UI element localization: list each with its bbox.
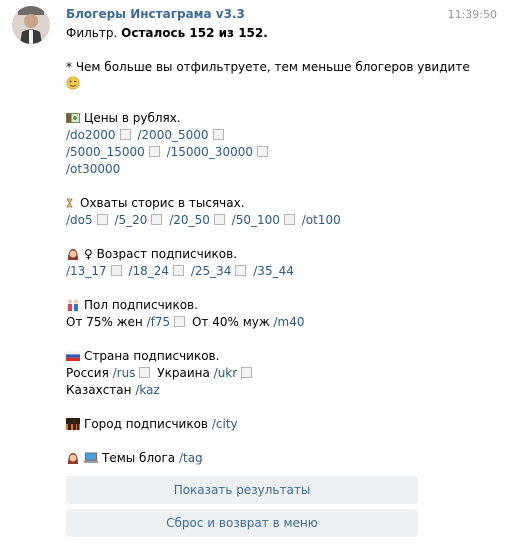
country-rus-cmd[interactable]: /rus [113, 366, 136, 380]
city-label: Город подписчиков [84, 417, 209, 431]
checkbox[interactable] [256, 146, 268, 157]
woman-icon [68, 249, 78, 260]
city-icon [66, 418, 80, 430]
reach-do5-cmd[interactable]: /do5 [66, 213, 93, 227]
checkbox[interactable] [96, 214, 108, 225]
show-results-button[interactable]: Показать результаты [66, 476, 418, 504]
gender-m40-cmd[interactable]: /m40 [274, 315, 305, 329]
woman-icon [68, 453, 78, 464]
wink-emoji-icon [66, 76, 80, 90]
age-title: ♀ Возраст подписчиков. [84, 247, 238, 261]
money-icon [66, 113, 80, 123]
price-15000-30000-cmd[interactable]: /15000_30000 [167, 145, 253, 159]
checkbox[interactable] [212, 129, 224, 140]
checkbox[interactable] [148, 146, 160, 157]
age-25-34-cmd[interactable]: /25_34 [191, 264, 232, 278]
reach-title: Охваты сторис в тысячах. [80, 196, 245, 210]
topics-label: Темы блога [102, 451, 176, 465]
filter-prefix: Фильтр. [66, 26, 118, 40]
laptop-icon [84, 452, 98, 463]
ukraine-label: Украина [157, 366, 210, 380]
checkbox[interactable] [110, 265, 122, 276]
reset-menu-button[interactable]: Сброс и возврат в меню [66, 509, 418, 537]
reach-5-20-cmd[interactable]: /5_20 [114, 213, 147, 227]
gender-f75-cmd[interactable]: /f75 [147, 315, 171, 329]
bot-avatar[interactable] [12, 6, 50, 44]
kazakhstan-label: Казахстан [66, 383, 132, 397]
gender-title: Пол подписчиков. [84, 298, 198, 312]
couple-icon [68, 299, 78, 311]
note-line: * Чем больше вы отфильтруете, тем меньше… [66, 60, 470, 74]
checkbox[interactable] [241, 367, 253, 378]
checkbox[interactable] [151, 214, 163, 225]
message-body: Фильтр. Осталось 152 из 152. * Чем больш… [66, 25, 470, 467]
price-2000-5000-cmd[interactable]: /2000_5000 [137, 128, 208, 142]
checkbox[interactable] [139, 367, 151, 378]
country-ukr-cmd[interactable]: /ukr [214, 366, 238, 380]
checkbox[interactable] [283, 214, 295, 225]
russia-flag-icon [66, 351, 80, 361]
price-5000-15000-cmd[interactable]: /5000_15000 [66, 145, 145, 159]
age-35-44-cmd[interactable]: /35_44 [253, 264, 294, 278]
country-kaz-cmd[interactable]: /kaz [135, 383, 159, 397]
men-label: От 40% муж [191, 315, 270, 329]
women-label: От 75% жен [66, 315, 143, 329]
price-title: Цены в рублях. [84, 111, 181, 125]
filter-status: Осталось 152 из 152. [121, 26, 268, 40]
country-title: Страна подписчиков. [84, 349, 220, 363]
checkbox[interactable] [213, 214, 225, 225]
filter-status-line: Фильтр. Осталось 152 из 152. [66, 25, 466, 42]
checkbox[interactable] [235, 265, 247, 276]
russia-label: Россия [66, 366, 109, 380]
topics-cmd[interactable]: /tag [179, 451, 203, 465]
checkbox[interactable] [173, 265, 185, 276]
age-13-17-cmd[interactable]: /13_17 [66, 264, 107, 278]
hourglass-icon [66, 198, 73, 208]
reach-50-100-cmd[interactable]: /50_100 [232, 213, 280, 227]
price-do2000-cmd[interactable]: /do2000 [66, 128, 116, 142]
reach-20-50-cmd[interactable]: /20_50 [169, 213, 210, 227]
checkbox[interactable] [174, 316, 186, 327]
city-cmd[interactable]: /city [212, 417, 238, 431]
bot-name[interactable]: Блогеры Инстаграма v3.3 [66, 7, 245, 21]
message-time: 11:39:50 [447, 8, 497, 21]
checkbox[interactable] [119, 129, 131, 140]
price-ot30000-cmd[interactable]: /ot30000 [66, 162, 120, 176]
age-18-24-cmd[interactable]: /18_24 [128, 264, 169, 278]
reach-ot100-cmd[interactable]: /ot100 [302, 213, 341, 227]
